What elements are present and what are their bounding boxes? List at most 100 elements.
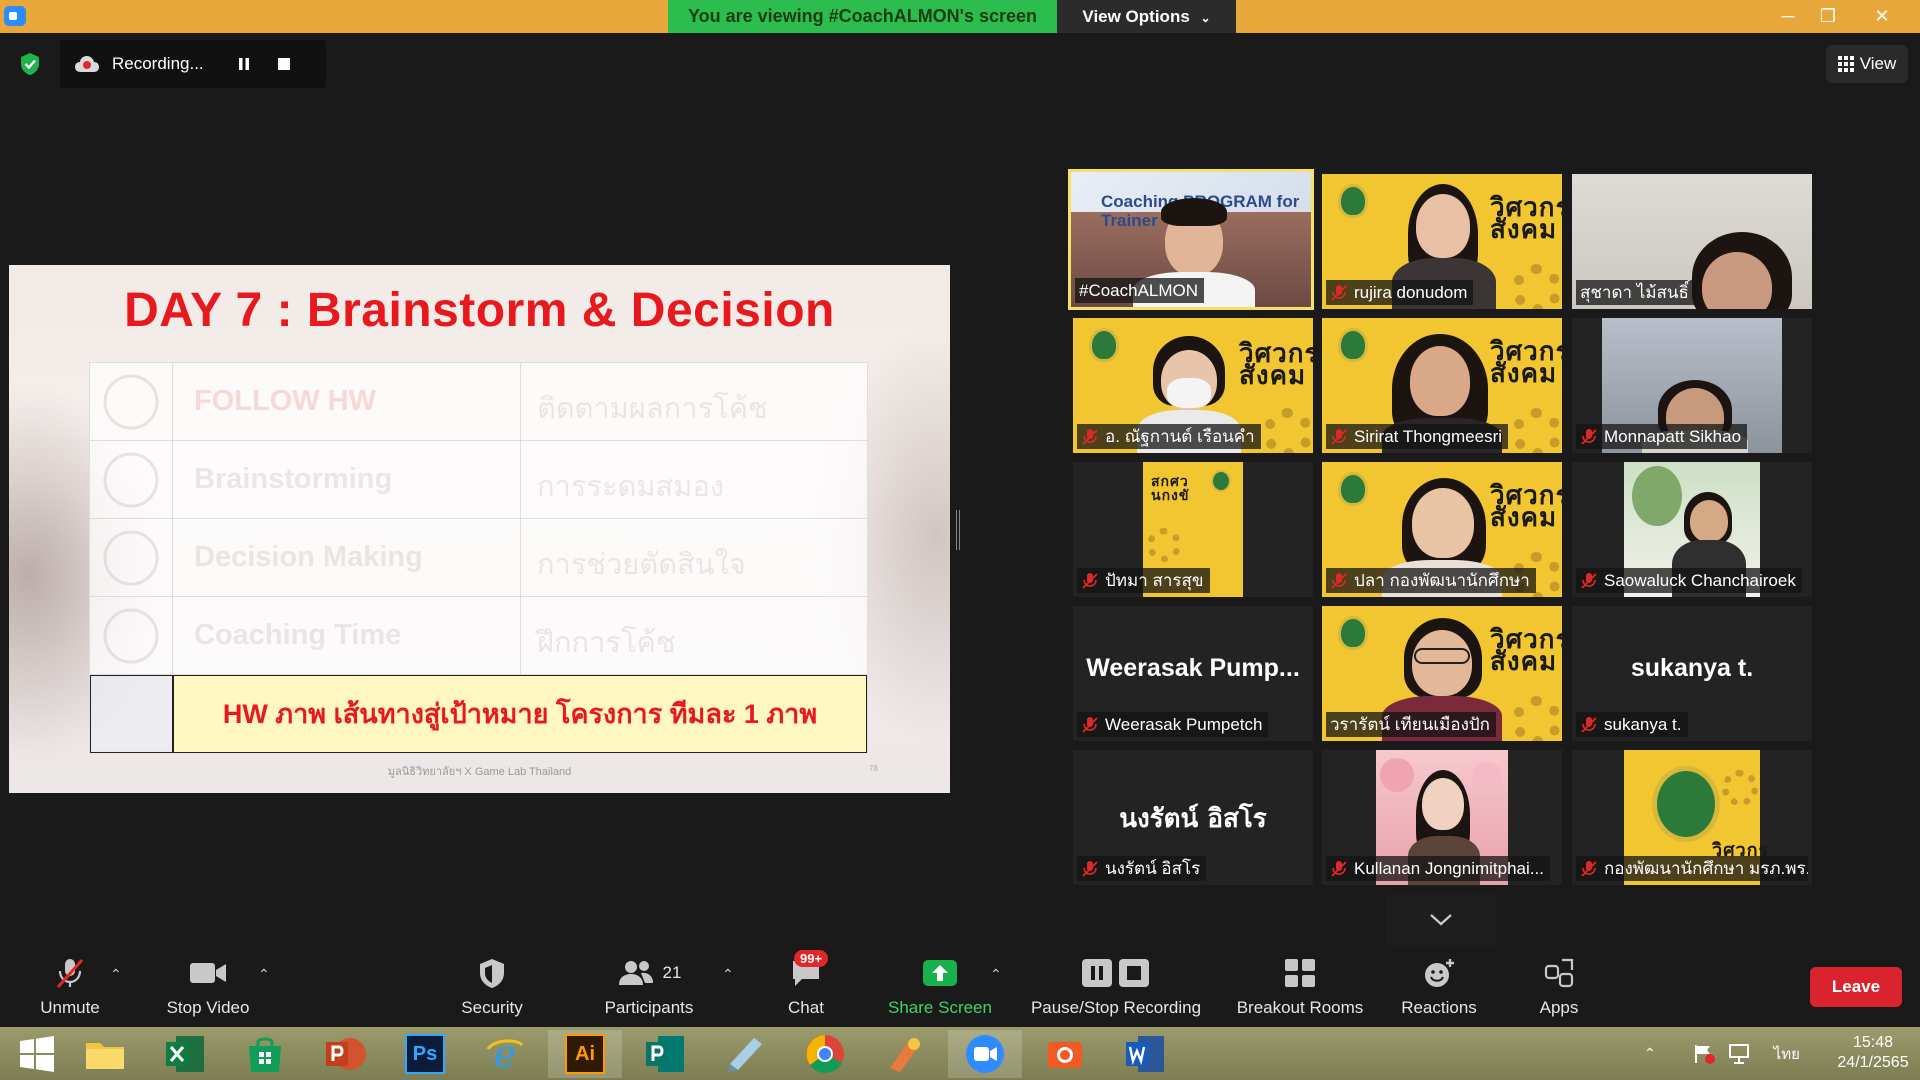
zoom-icon[interactable] [948,1030,1022,1078]
stop-icon [278,58,290,70]
video-tile-kullanan[interactable]: Kullanan Jongnimitphai... [1322,750,1562,885]
muted-mic-icon [1580,428,1598,446]
video-tile-pla[interactable]: วิศวกรสังคม ปลา กองพัฒนานักศึกษา [1322,462,1562,597]
muted-mic-icon [1580,860,1598,878]
unmute-button[interactable]: Unmute [22,950,118,1027]
video-tile-rujira[interactable]: วิศวกรสังคม rujira donudom [1322,174,1562,309]
participants-options-caret-icon[interactable]: ⌃ [722,966,734,983]
file-explorer-icon[interactable] [68,1030,142,1078]
camera-icon[interactable] [1028,1030,1102,1078]
security-shield-icon[interactable] [10,40,50,88]
chat-unread-badge: 99+ [794,950,829,967]
chat-button[interactable]: 99+ Chat [772,950,840,1027]
university-seal-icon [1211,470,1231,492]
video-tile-monnapatt[interactable]: Monnapatt Sikhao [1572,318,1812,453]
illustrator-icon[interactable]: Ai [548,1030,622,1078]
poster-text: วิศวกรสังคม [1490,480,1562,532]
participant-display-name: นงรัตน์ อิสโร [1119,804,1267,834]
pause-recording-button[interactable] [226,46,262,82]
apps-button[interactable]: Apps [1518,950,1600,1027]
video-tile-sukanya[interactable]: sukanya t. sukanya t. [1572,606,1812,741]
photoshop-icon[interactable]: Ps [388,1030,462,1078]
muted-mic-icon [56,959,84,988]
network-icon[interactable] [1728,1043,1752,1065]
video-tile-saowaluck[interactable]: Saowaluck Chanchairoek [1572,462,1812,597]
leave-meeting-button[interactable]: Leave [1810,967,1902,1007]
shared-screen-slide[interactable]: DAY 7 : Brainstorm & Decision FOLLOW HW … [9,265,950,793]
participant-name: กองพัฒนานักศึกษา มรภ.พร... [1604,859,1808,878]
restore-button[interactable]: ❐ [1808,0,1848,33]
action-center-flag-icon[interactable] [1692,1043,1716,1065]
video-camera-icon [190,963,226,983]
input-language[interactable]: ไทย [1774,1042,1800,1066]
stop-recording-button[interactable] [266,46,302,82]
tray-expand-icon[interactable]: ⌃ [1644,1045,1656,1062]
video-tile-weerasak[interactable]: Weerasak Pump... Weerasak Pumpetch [1073,606,1313,741]
reactions-smiley-icon [1425,959,1454,987]
start-icon[interactable] [0,1030,74,1078]
notes-icon[interactable] [708,1030,782,1078]
share-options-caret-icon[interactable]: ⌃ [990,966,1002,983]
publisher-icon[interactable] [628,1030,702,1078]
reactions-button[interactable]: Reactions [1392,950,1486,1027]
video-tile-nongrat[interactable]: นงรัตน์ อิสโร นงรัตน์ อิสโร [1073,750,1313,885]
participant-label: Monnapatt Sikhao [1576,424,1748,449]
chat-label: Chat [788,998,824,1017]
view-options-button[interactable]: View Options ⌄ [1057,0,1236,33]
slide-footer: มูลนิธิวิทยาลัยฯ X Game Lab Thailand [387,766,572,778]
internet-explorer-icon[interactable]: e [468,1030,542,1078]
participants-label: Participants [604,998,694,1017]
participant-name: sukanya t. [1604,714,1682,734]
video-tile-sirirat[interactable]: วิศวกรสังคม Sirirat Thongmeesri [1322,318,1562,453]
video-tile-coachalmon[interactable]: Coaching PROGRAM for Trainer #CoachALMON [1068,169,1314,310]
view-label: View [1859,54,1897,73]
taskbar-clock[interactable]: 15:48 24/1/2565 [1830,1033,1916,1073]
excel-icon[interactable] [148,1030,222,1078]
svg-text:e: e [494,1033,517,1075]
agenda-th: ติดตามผลการโค้ช [537,393,768,425]
participant-label: Kullanan Jongnimitphai... [1326,856,1550,881]
audio-options-caret-icon[interactable]: ⌃ [110,966,122,983]
slide-title: DAY 7 : Brainstorm & Decision [124,284,835,337]
muted-mic-icon [1081,428,1099,446]
participant-label: วรารัตน์ เทียนเมืองปัก [1326,712,1496,737]
homework-row: HW ภาพ เส้นทางสู่เป้าหมาย โครงการ ทีมละ … [90,675,867,753]
breakout-rooms-label: Breakout Rooms [1236,998,1364,1017]
close-button[interactable]: ✕ [1862,0,1902,33]
participant-count: 21 [662,963,682,982]
muted-mic-icon [1081,716,1099,734]
video-tile-wararat[interactable]: วิศวกรสังคม วรารัตน์ เทียนเมืองปัก [1322,606,1562,741]
splitter-handle[interactable] [956,510,960,550]
video-tile-suchada[interactable]: สุชาดา ไม้สนธิ์ [1572,174,1812,309]
video-tile-pattama[interactable]: สกศว นกงขั ปัทมา สารสุข [1073,462,1313,597]
participants-icon [618,961,653,985]
participant-display-name: Weerasak Pump... [1086,654,1300,682]
share-screen-button[interactable]: Share Screen [882,950,998,1027]
store-icon[interactable] [228,1030,302,1078]
participant-name: นงรัตน์ อิสโร [1105,859,1201,878]
view-layout-button[interactable]: View [1826,45,1908,83]
pause-stop-recording-button[interactable]: Pause/Stop Recording [1024,950,1208,1027]
stop-video-button[interactable]: Stop Video [150,950,266,1027]
clock-icon [90,597,173,675]
powerpoint-icon[interactable] [308,1030,382,1078]
security-button[interactable]: Security [446,950,538,1027]
video-tile-natthakan[interactable]: วิศวกร สังคม อ. ณัฐกานต์ เรือนคำ [1073,318,1313,453]
gallery-next-page-button[interactable] [1386,895,1496,945]
apps-label: Apps [1539,998,1579,1017]
recording-status: Recording... [112,54,204,73]
breakout-rooms-button[interactable]: Breakout Rooms [1228,950,1372,1027]
participant-name: อ. ณัฐกานต์ เรือนคำ [1105,427,1255,446]
university-seal-icon [1338,472,1368,506]
university-seal-icon [1652,766,1720,842]
video-options-caret-icon[interactable]: ⌃ [258,966,270,983]
agenda-row: Decision Making การช่วยตัดสินใจ [90,519,867,597]
homework-icon-cell [90,675,173,753]
word-icon[interactable] [1108,1030,1182,1078]
paint-icon[interactable] [868,1030,942,1078]
participant-label: นงรัตน์ อิสโร [1077,856,1207,881]
chrome-icon[interactable] [788,1030,862,1078]
participants-button[interactable]: 21 Participants [596,950,702,1027]
minimize-button[interactable]: ─ [1768,0,1808,33]
video-tile-student-affairs[interactable]: วิศวกร กองพัฒนานักศึกษา มรภ.พร... [1572,750,1812,885]
